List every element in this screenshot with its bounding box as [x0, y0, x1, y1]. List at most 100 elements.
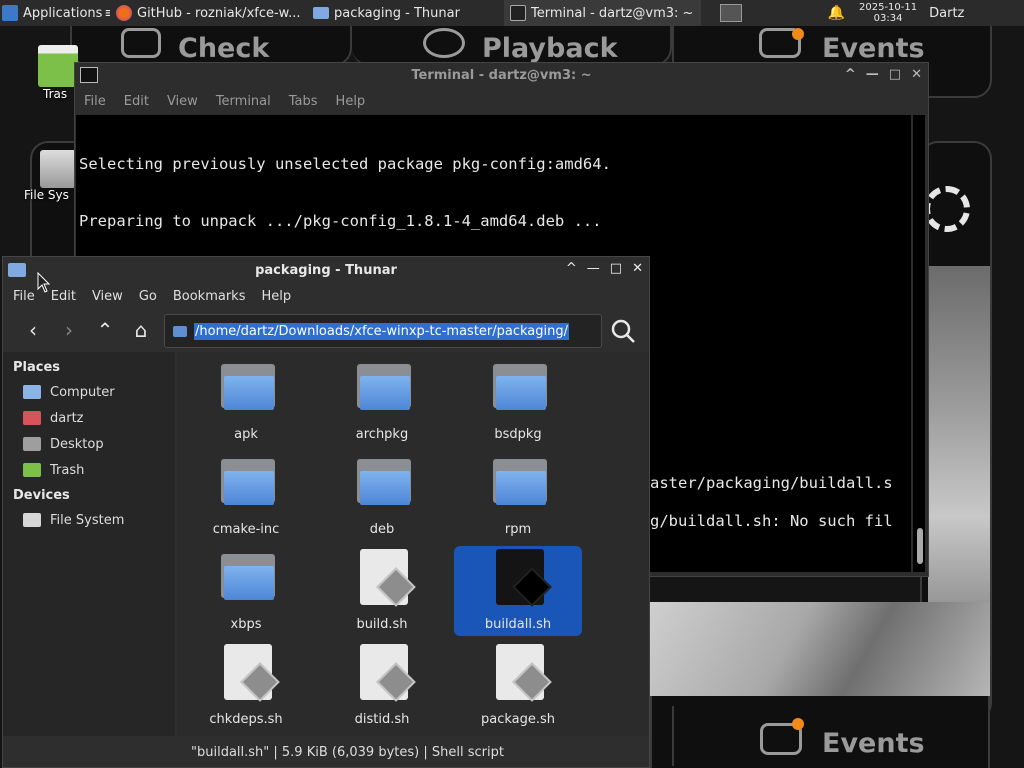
- menu-help[interactable]: Help: [336, 94, 366, 109]
- applications-menu[interactable]: Applications ≡: [0, 0, 110, 26]
- maximize-button[interactable]: □: [610, 261, 622, 276]
- parent-folder-button[interactable]: ⌃: [87, 315, 123, 345]
- menu-file[interactable]: File: [13, 289, 35, 304]
- terminal-line: aster/packaging/buildall.s: [650, 474, 893, 492]
- workspace-switcher[interactable]: [701, 0, 761, 26]
- folder-item[interactable]: rpm: [454, 451, 582, 541]
- bell-icon: 🔔: [827, 5, 845, 21]
- sidebar-item-trash[interactable]: Trash: [3, 457, 175, 483]
- desktop-icon-label: File Sys: [24, 188, 69, 202]
- task-label: GitHub - rozniak/xfce-w...: [137, 5, 301, 21]
- folder-item[interactable]: deb: [318, 451, 446, 541]
- forward-button[interactable]: ›: [51, 315, 87, 345]
- notification-dot-icon: [792, 718, 804, 730]
- terminal-scrollbar[interactable]: [913, 115, 925, 572]
- close-button[interactable]: ✕: [911, 67, 922, 82]
- folder-item[interactable]: archpkg: [318, 356, 446, 446]
- sidebar-item-home[interactable]: dartz: [3, 405, 175, 431]
- file-name: package.sh: [480, 712, 556, 727]
- minimize-button[interactable]: —: [866, 67, 879, 82]
- sidebar-item-label: dartz: [50, 410, 84, 426]
- user-menu[interactable]: Dartz: [925, 0, 964, 26]
- file-name: rpm: [504, 522, 532, 537]
- folder-item[interactable]: xbps: [182, 546, 310, 636]
- menu-terminal[interactable]: Terminal: [216, 94, 271, 109]
- file-item[interactable]: buildall.sh: [454, 546, 582, 636]
- folder-item[interactable]: apk: [182, 356, 310, 446]
- clock[interactable]: 2025-10-11 03:34: [851, 0, 925, 26]
- clock-time: 03:34: [873, 13, 903, 24]
- sidebar-item-desktop[interactable]: Desktop: [3, 431, 175, 457]
- file-name: buildall.sh: [484, 617, 552, 632]
- file-name: xbps: [230, 617, 262, 632]
- folder-icon: [313, 7, 329, 19]
- thunar-menubar: File Edit View Go Bookmarks Help: [3, 284, 649, 309]
- file-item[interactable]: chkdeps.sh: [182, 641, 310, 731]
- home-icon: [23, 411, 41, 425]
- terminal-icon: [510, 5, 526, 21]
- sidebar-item-label: Trash: [50, 462, 85, 478]
- shell-script-icon: [360, 644, 416, 702]
- menu-view[interactable]: View: [92, 289, 123, 304]
- folder-icon: [493, 459, 547, 505]
- search-icon: [611, 319, 635, 343]
- places-header: Places: [13, 360, 61, 375]
- file-item[interactable]: build.sh: [318, 546, 446, 636]
- desktop-icon: [23, 437, 41, 451]
- menu-edit[interactable]: Edit: [51, 289, 76, 304]
- shade-button[interactable]: ^: [566, 261, 577, 276]
- sidebar: Places Computer dartz Desktop Trash Devi…: [3, 352, 175, 736]
- notifications-button[interactable]: 🔔: [761, 0, 851, 26]
- sidebar-item-filesystem[interactable]: File System: [3, 507, 175, 533]
- terminal-line: Selecting previously unselected package …: [79, 155, 611, 173]
- scrollbar-thumb[interactable]: [917, 528, 923, 564]
- events-label-bottom: Events: [822, 728, 925, 759]
- file-view[interactable]: apk archpkg bsdpkg cmake-inc deb rpm xbps build…: [177, 352, 649, 736]
- file-item[interactable]: distid.sh: [318, 641, 446, 731]
- folder-icon: [221, 364, 275, 410]
- shade-button[interactable]: ^: [845, 67, 856, 82]
- menu-view[interactable]: View: [167, 94, 198, 109]
- task-github[interactable]: GitHub - rozniak/xfce-w...: [110, 0, 307, 26]
- menu-file[interactable]: File: [84, 94, 106, 109]
- task-terminal[interactable]: Terminal - dartz@vm3: ~: [504, 0, 701, 26]
- status-bar: "buildall.sh" | 5.9 KiB (6,039 bytes) | …: [177, 738, 649, 766]
- file-item[interactable]: package.sh: [454, 641, 582, 731]
- menu-go[interactable]: Go: [139, 289, 157, 304]
- search-button[interactable]: [609, 317, 637, 345]
- folder-icon: [357, 364, 411, 410]
- minimize-button[interactable]: —: [587, 261, 600, 276]
- check-label: Check: [178, 33, 270, 64]
- sidebar-item-computer[interactable]: Computer: [3, 379, 175, 405]
- maximize-button[interactable]: □: [889, 67, 901, 82]
- chevron-up-icon: ⌃: [96, 318, 114, 342]
- file-name: build.sh: [356, 617, 408, 632]
- applications-label: Applications: [23, 5, 103, 21]
- home-button[interactable]: ⌂: [123, 315, 159, 345]
- folder-item[interactable]: bsdpkg: [454, 356, 582, 446]
- menu-help[interactable]: Help: [261, 289, 291, 304]
- terminal-menubar: File Edit View Terminal Tabs Help: [75, 88, 928, 114]
- settings-gear-icon[interactable]: [924, 186, 970, 232]
- shell-script-icon: [496, 644, 552, 702]
- folder-icon: [221, 554, 275, 600]
- shell-script-icon: [224, 644, 280, 702]
- back-button[interactable]: ‹: [15, 315, 51, 345]
- xfce-logo-icon: [2, 5, 18, 21]
- close-button[interactable]: ✕: [632, 261, 643, 276]
- folder-item[interactable]: cmake-inc: [182, 451, 310, 541]
- chevron-left-icon: ‹: [29, 318, 37, 342]
- clock-date: 2025-10-11: [859, 2, 918, 13]
- terminal-line: g/buildall.sh: No such fil: [650, 512, 893, 530]
- file-name: chkdeps.sh: [209, 712, 283, 727]
- desktop-filesystem[interactable]: File Sys: [20, 150, 80, 202]
- firefox-icon: [116, 5, 132, 21]
- events-card-bottom[interactable]: [650, 696, 990, 768]
- thunar-titlebar[interactable]: packaging - Thunar ^ — □ ✕: [3, 257, 649, 284]
- menu-tabs[interactable]: Tabs: [289, 94, 318, 109]
- terminal-titlebar[interactable]: Terminal - dartz@vm3: ~ ^ — □ ✕: [75, 63, 928, 88]
- location-bar[interactable]: /home/dartz/Downloads/xfce-winxp-tc-mast…: [164, 314, 602, 348]
- menu-edit[interactable]: Edit: [124, 94, 149, 109]
- task-thunar[interactable]: packaging - Thunar: [307, 0, 504, 26]
- menu-bookmarks[interactable]: Bookmarks: [173, 289, 246, 304]
